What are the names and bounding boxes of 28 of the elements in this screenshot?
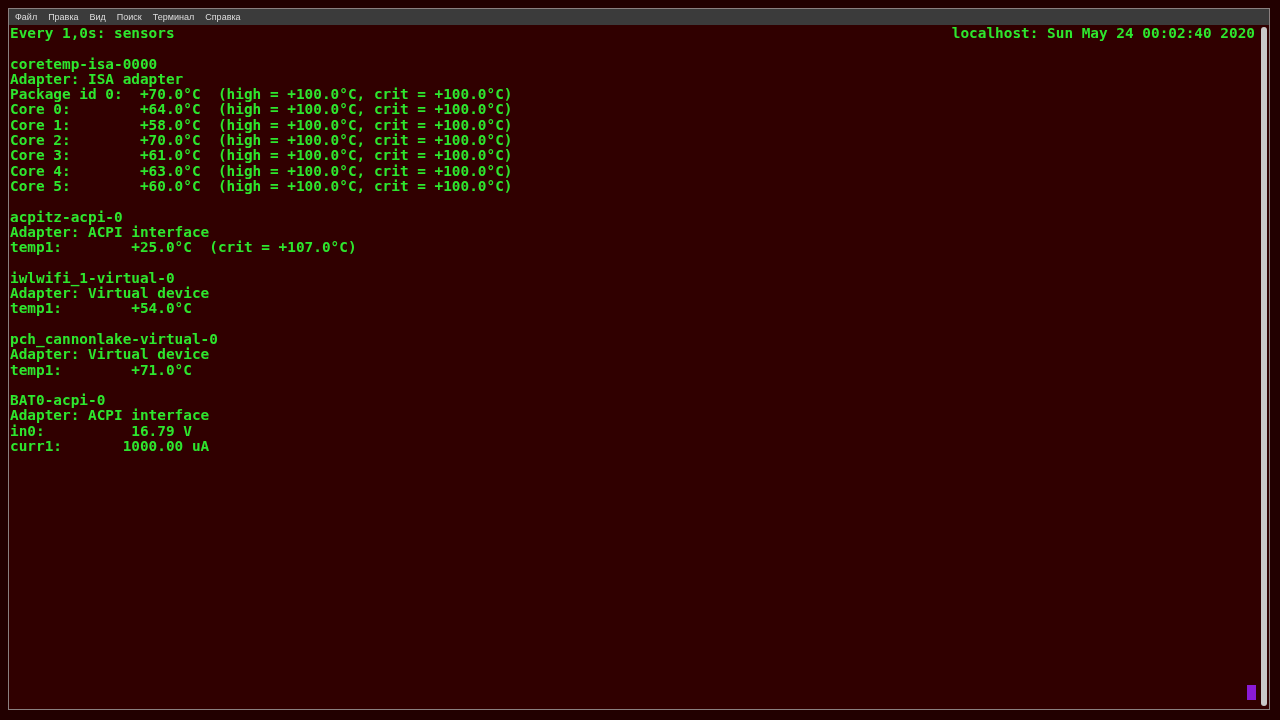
menu-item[interactable]: Терминал [152, 12, 195, 22]
menu-item[interactable]: Файл [15, 12, 38, 22]
host-timestamp: localhost: Sun May 24 00:02:40 2020 [951, 26, 1255, 42]
terminal-cursor [1247, 685, 1256, 700]
menu-item[interactable]: Поиск [116, 12, 142, 22]
scrollbar[interactable] [1261, 27, 1267, 706]
output-line: Core 0: +64.0°C (high = +100.0°C, crit = +100.0°C) [10, 101, 513, 118]
output-line: Core 2: +70.0°C (high = +100.0°C, crit = +100.0°C) [10, 132, 513, 149]
menu-item[interactable]: Справка [205, 12, 241, 22]
output-line: Core 4: +63.0°C (high = +100.0°C, crit = +100.0°C) [10, 162, 513, 179]
output-line: coretemp-isa-0000 [10, 55, 158, 72]
output-line: Core 1: +58.0°C (high = +100.0°C, crit = +100.0°C) [10, 116, 513, 133]
output-line: temp1: +71.0°C [10, 361, 192, 378]
output-line: curr1: 1000.00 uA [10, 438, 210, 454]
output-line: Adapter: ACPI interface [10, 407, 210, 424]
output-line: iwlwifi_1-virtual-0 [10, 269, 175, 286]
output-line: in0: 16.79 V [10, 422, 192, 439]
output-line: temp1: +25.0°C (crit = +107.0°C) [10, 239, 357, 256]
output-line: BAT0-acpi-0 [10, 392, 106, 409]
menu-item[interactable]: Вид [89, 12, 106, 22]
output-line: Adapter: ISA adapter [10, 70, 184, 87]
output-line: Package id 0: +70.0°C (high = +100.0°C, crit = +100.0°C) [10, 86, 513, 103]
watch-header: Every 1,0s: sensors [10, 26, 175, 42]
output-line: temp1: +54.0°C [10, 300, 192, 317]
output-line: Core 3: +61.0°C (high = +100.0°C, crit = +100.0°C) [10, 147, 513, 164]
output-line: acpitz-acpi-0 [10, 208, 123, 225]
output-line: pch_cannonlake-virtual-0 [10, 330, 218, 347]
menu-item[interactable]: Правка [48, 12, 79, 22]
